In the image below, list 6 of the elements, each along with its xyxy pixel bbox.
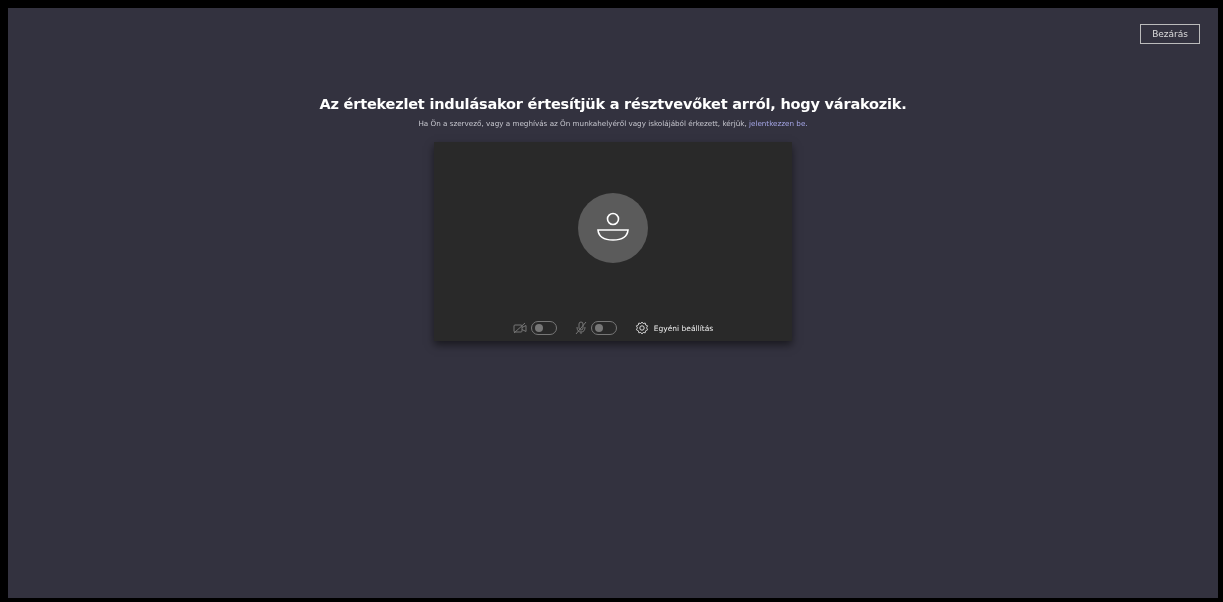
heading: Az értekezlet indulásakor értesítjük a résztvevőket arról, hogy várakozik.: [319, 96, 907, 112]
avatar-icon: [578, 193, 648, 263]
close-button[interactable]: Bezárás: [1140, 24, 1200, 44]
microphone-off-icon: [574, 321, 587, 335]
settings-icon: [634, 321, 649, 335]
camera-off-icon: [512, 322, 527, 334]
